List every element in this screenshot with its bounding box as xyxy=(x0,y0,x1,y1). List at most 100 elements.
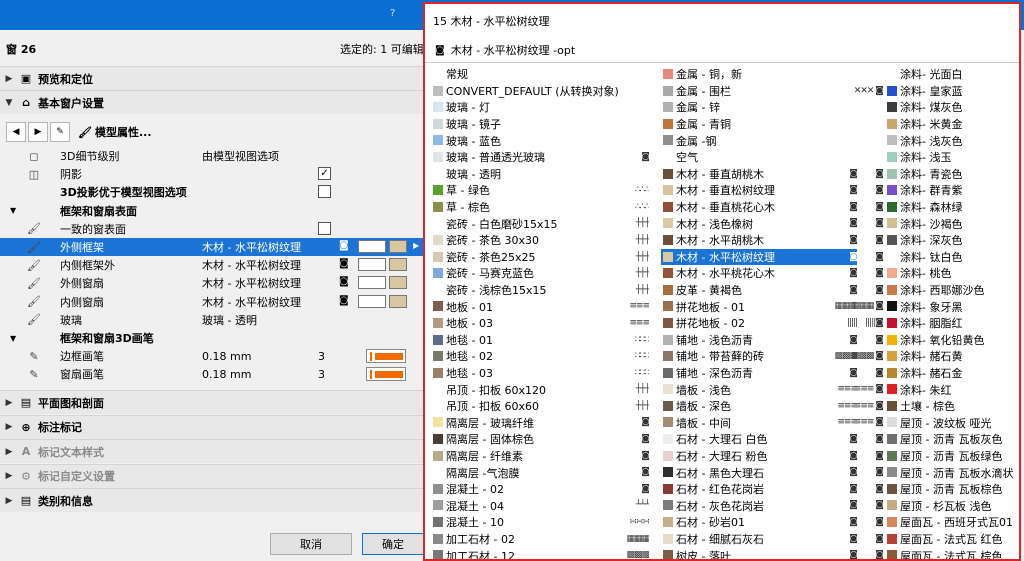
surface-item[interactable]: 木材 - 水平桃花心木 ◙ xyxy=(661,265,857,282)
surface-item[interactable]: 树皮 - 落叶 ◙ xyxy=(661,547,857,559)
surface-item[interactable]: 涂料- 浅玉 xyxy=(857,149,1019,166)
section-info[interactable]: ▶ ▤ 类别和信息 xyxy=(0,488,425,512)
setting-row[interactable]: 🖌 内侧窗扇 木材 - 水平松树纹理 ◙ xyxy=(0,293,425,311)
surface-item[interactable]: 涂料- 米黄金 xyxy=(857,116,1019,133)
section-dimension[interactable]: ▶ ⊕ 标注标记 xyxy=(0,414,425,439)
surface-item[interactable]: ✕✕✕ ◙ 涂料- 皇家蓝 xyxy=(854,83,1019,100)
surface-item[interactable]: ≡≡≡ ◙ 屋顶 - 波纹板 哑光 xyxy=(854,414,1019,431)
setting-value[interactable]: 木材 - 水平松树纹理 xyxy=(202,239,301,255)
surface-item[interactable]: 金属 -钢 xyxy=(661,132,857,149)
expand-arrow-icon[interactable]: ▶ xyxy=(413,241,419,250)
surface-item[interactable]: 墙板 - 中间 ≡≡≡ xyxy=(661,414,857,431)
surface-item[interactable]: 玻璃 - 普通透光玻璃 ◙ xyxy=(425,149,663,166)
setting-value[interactable]: 0.18 mm xyxy=(202,368,251,381)
surface-item[interactable]: 混凝土 - 02 ◙ xyxy=(425,481,663,498)
surface-item[interactable]: ◙ 屋面瓦 - 法式瓦 棕色 xyxy=(857,547,1019,559)
surface-item[interactable]: ◙ 涂料- 群青紫 xyxy=(857,182,1019,199)
surface-item[interactable]: ◙ 涂料- 桃色 xyxy=(857,265,1019,282)
surface-item[interactable]: 涂料- 煤灰色 xyxy=(857,99,1019,116)
surface-item[interactable]: 地毯 - 01 ∷∷∷ xyxy=(425,332,663,349)
surface-item[interactable]: 石材 - 灰色花岗岩 ◙ xyxy=(661,497,857,514)
surface-item[interactable]: 吊顶 - 扣板 60x120 ┼┼┼ xyxy=(425,381,663,398)
setting-row[interactable]: ◻ 3D细节级别 由模型视图选项 xyxy=(0,147,425,165)
prev-button[interactable]: ◀ xyxy=(6,122,26,142)
surface-swatch-texture[interactable] xyxy=(389,294,407,308)
setting-row[interactable]: ✎ 窗扇画笔 0.18 mm 3 xyxy=(0,365,425,383)
surface-item[interactable]: CONVERT_DEFAULT (从转换对象) xyxy=(425,83,663,100)
chevron-right-icon[interactable]: ▶ xyxy=(0,398,18,408)
surface-item[interactable]: ◙ 涂料- 赭石金 xyxy=(857,365,1019,382)
setting-row[interactable]: 🖌 外侧框架 木材 - 水平松树纹理 ◙ ▶ xyxy=(0,238,425,256)
surface-item[interactable]: 金属 - 青铜 xyxy=(661,116,857,133)
surface-item[interactable]: ≡≡≡ ◙ 土壤 - 棕色 xyxy=(854,398,1019,415)
surface-item[interactable]: 铺地 - 浅色沥青 ◙ xyxy=(661,332,857,349)
surface-item[interactable]: 铺地 - 带苔藓的砖 ▩▩▩ xyxy=(661,348,857,365)
surface-item[interactable]: 木材 - 水平松树纹理 ◙ xyxy=(661,248,857,266)
surface-item[interactable]: ◙ 涂料- 深灰色 xyxy=(857,232,1019,249)
surface-item[interactable]: 石材 - 大理石 粉色 ◙ xyxy=(661,448,857,465)
next-button[interactable]: ▶ xyxy=(28,122,48,142)
surface-item[interactable]: 瓷砖 - 白色磨砂15x15 ┼┼┼ xyxy=(425,215,663,232)
surface-item[interactable]: 木材 - 垂直胡桃木 ◙ xyxy=(661,166,857,183)
pen-swatch[interactable] xyxy=(366,367,406,382)
surface-item[interactable]: 金属 - 锌 xyxy=(661,99,857,116)
surface-item[interactable]: 隔离层 - 固体棕色 ◙ xyxy=(425,431,663,448)
surface-item[interactable]: 玻璃 - 镜子 xyxy=(425,116,663,133)
surface-item[interactable]: 瓷砖 - 茶色25x25 ┼┼┼ xyxy=(425,249,663,266)
chevron-right-icon[interactable]: ▶ xyxy=(0,422,18,432)
ok-button[interactable]: 确定 xyxy=(362,533,424,555)
setting-row[interactable]: 🖌 外侧窗扇 木材 - 水平松树纹理 ◙ xyxy=(0,274,425,292)
surface-item[interactable]: 金属 - 围栏 xyxy=(661,83,857,100)
edit-icon-button[interactable]: ✎ xyxy=(50,122,70,142)
chevron-down-icon[interactable]: ▼ xyxy=(0,98,18,108)
model-props-button[interactable]: 🖌 模型属性... xyxy=(78,124,152,140)
surface-item[interactable]: 地毯 - 02 ∷∷∷ xyxy=(425,348,663,365)
surface-item[interactable]: 墙板 - 浅色 ≡≡≡ xyxy=(661,381,857,398)
surface-item[interactable]: 瓷砖 - 茶色 30x30 ┼┼┼ xyxy=(425,232,663,249)
surface-item[interactable]: ◙ 涂料- 森林绿 xyxy=(857,199,1019,216)
pen-number[interactable]: 3 xyxy=(318,350,325,363)
surface-item[interactable]: 常规 xyxy=(425,66,663,83)
surface-item[interactable]: 加工石材 - 12 ▩▩▩ xyxy=(425,547,663,559)
surface-item[interactable]: 石材 - 黑色大理石 ◙ xyxy=(661,464,857,481)
surface-item[interactable]: 地板 - 01 ≡≡≡ xyxy=(425,298,663,315)
surface-item[interactable]: ◙ 屋顶 - 沥青 瓦板棕色 xyxy=(857,481,1019,498)
chevron-right-icon[interactable]: ▶ xyxy=(0,74,18,84)
surface-item[interactable]: 木材 - 垂直桃花心木 ◙ xyxy=(661,199,857,216)
surface-item[interactable]: ◙ 涂料- 青瓷色 xyxy=(857,166,1019,183)
chevron-right-icon[interactable]: ▶ xyxy=(0,496,18,506)
surface-item[interactable]: 隔离层 - 纤维素 ◙ xyxy=(425,448,663,465)
surface-swatch-texture[interactable] xyxy=(389,276,407,290)
surface-swatch-white[interactable] xyxy=(358,240,386,253)
surface-item[interactable]: 拼花地板 - 02 ||||| xyxy=(661,315,857,332)
surface-swatch-texture[interactable] xyxy=(389,240,407,253)
setting-value[interactable]: 木材 - 水平松树纹理 xyxy=(202,294,301,310)
surface-item[interactable]: ◙ 屋顶 - 沥青 瓦板绿色 xyxy=(857,448,1019,465)
surface-item[interactable]: 木材 - 垂直松树纹理 ◙ xyxy=(661,182,857,199)
chevron-right-icon[interactable]: ▶ xyxy=(0,471,18,481)
material-icon[interactable]: ◙ xyxy=(339,295,349,306)
section-window-settings[interactable]: ▼ ⌂ 基本窗户设置 xyxy=(0,90,425,114)
surface-item[interactable]: 拼花地板 - 01 ▦▦▦ xyxy=(661,298,857,315)
surface-item[interactable]: ◙ 涂料- 钛白色 xyxy=(857,249,1019,266)
surface-item[interactable]: 石材 - 细腻石灰石 ◙ xyxy=(661,531,857,548)
surface-swatch-white[interactable] xyxy=(358,258,386,272)
material-icon[interactable]: ◙ xyxy=(339,276,349,287)
checkbox[interactable] xyxy=(318,221,331,235)
pen-number[interactable]: 3 xyxy=(318,368,325,381)
surface-item[interactable]: 瓷砖 - 马赛克蓝色 ┼┼┼ xyxy=(425,265,663,282)
surface-item[interactable]: 石材 - 大理石 白色 ◙ xyxy=(661,431,857,448)
setting-value[interactable]: 木材 - 水平松树纹理 xyxy=(202,257,301,273)
surface-item[interactable]: 石材 - 砂岩01 ◙ xyxy=(661,514,857,531)
setting-value[interactable]: 0.18 mm xyxy=(202,350,251,363)
section-text-style[interactable]: ▶ A 标记文本样式 xyxy=(0,439,425,463)
surface-item[interactable]: 铺地 - 深色沥青 ◙ xyxy=(661,365,857,382)
surface-item[interactable]: 石材 - 红色花岗岩 ◙ xyxy=(661,481,857,498)
surface-item[interactable]: 吊顶 - 扣板 60x60 ┼┼┼ xyxy=(425,398,663,415)
chevron-down-icon[interactable]: ▼ xyxy=(10,334,16,343)
checkbox[interactable] xyxy=(318,185,331,199)
surface-item[interactable]: 涂料- 浅灰色 xyxy=(857,132,1019,149)
surface-item[interactable]: 涂料- 光面白 xyxy=(857,66,1019,83)
material-icon[interactable]: ◙ xyxy=(339,258,349,269)
cancel-button[interactable]: 取消 xyxy=(270,533,352,555)
